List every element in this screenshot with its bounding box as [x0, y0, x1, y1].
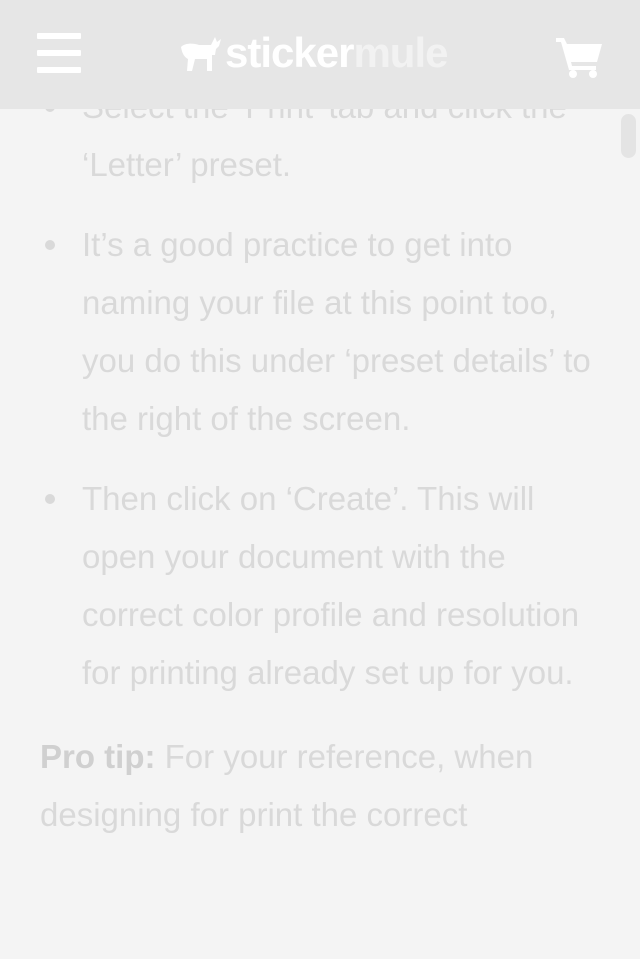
bullet-dot [45, 494, 55, 504]
sticker-mule-logo[interactable]: sticker mule [179, 28, 448, 78]
pro-tip-paragraph: Pro tip: For your reference, when design… [0, 728, 640, 844]
list-item-text: It’s a good practice to get into naming … [82, 226, 591, 437]
list-item: It’s a good practice to get into naming … [0, 216, 640, 448]
site-header: sticker mule [0, 0, 640, 109]
article-content: Select the ‘Print’ tab and click the ‘Le… [0, 78, 640, 877]
bullet-dot [45, 240, 55, 250]
logo-text-mule: mule [353, 29, 448, 76]
logo-text-sticker: sticker [225, 29, 354, 76]
list-item-text: Then click on ‘Create’. This will open y… [82, 480, 580, 691]
instruction-list: Select the ‘Print’ tab and click the ‘Le… [0, 78, 640, 702]
pro-tip-label: Pro tip: [40, 738, 156, 775]
mule-icon [181, 37, 221, 71]
list-item: Then click on ‘Create’. This will open y… [0, 470, 640, 702]
hamburger-menu-icon[interactable] [37, 33, 81, 73]
scrollbar-thumb[interactable] [621, 114, 636, 158]
shopping-cart-icon[interactable] [556, 36, 604, 78]
